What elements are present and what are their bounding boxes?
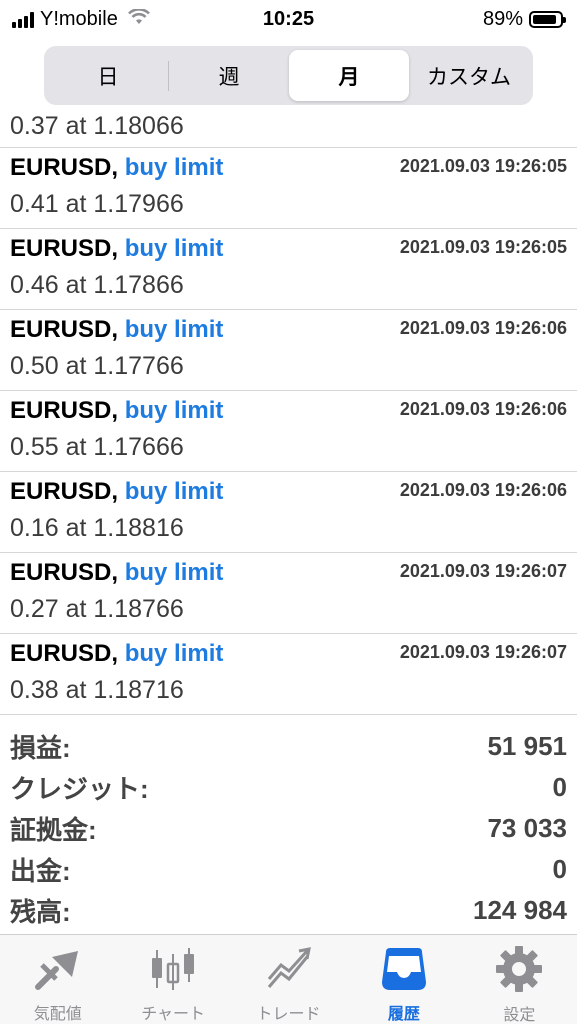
order-time: 2021.09.03 19:26:05 [399,156,567,176]
order-detail: 0.46 at 1.17866 [10,271,184,299]
orders-list: 0.37 at 1.18066 EURUSD, buy limit 2021.0… [0,108,577,715]
summary-withdrawal: 出金: 0 [0,849,577,890]
list-item[interactable]: EURUSD, buy limit 2021.09.03 19:26:06 0.… [0,391,577,472]
summary-label: 出金: [10,856,71,886]
order-detail: 0.41 at 1.17966 [10,190,184,218]
list-item[interactable]: EURUSD, buy limit 2021.09.03 19:26:07 0.… [0,553,577,634]
segment-month[interactable]: 月 [289,50,409,101]
period-segmented-control: 日 週 月 カスタム [44,46,533,105]
status-bar: Y!mobile 10:25 89% [0,0,577,40]
order-detail: 0.16 at 1.18816 [10,514,184,542]
summary-credit: クレジット: 0 [0,767,577,808]
tab-label: チャート [141,1006,206,1023]
list-item[interactable]: 0.37 at 1.18066 [0,106,577,148]
list-item[interactable]: EURUSD, buy limit 2021.09.03 19:26:05 0.… [0,229,577,310]
order-detail: 0.55 at 1.17666 [10,433,184,461]
order-type: buy limit [124,478,224,505]
summary-label: 損益: [10,733,71,763]
order-symbol: EURUSD, [10,397,119,424]
trade-icon [264,945,314,992]
order-time: 2021.09.03 19:26:07 [399,642,567,662]
order-time: 2021.09.03 19:26:05 [399,237,567,257]
tab-chart[interactable]: チャート [115,935,230,1024]
tab-settings[interactable]: 設定 [462,935,577,1024]
order-time: 2021.09.03 19:26:06 [399,318,567,338]
battery-percentage: 89% [482,8,523,30]
order-time: 2021.09.03 19:26:06 [399,480,567,500]
order-type: buy limit [124,235,224,262]
battery-icon [529,11,566,28]
summary-label: 証拠金: [10,815,97,845]
order-detail: 0.27 at 1.18766 [10,595,184,623]
bottom-tab-bar: 気配値 チャート トレード 履歴 設定 [0,934,577,1024]
order-symbol: EURUSD, [10,559,119,586]
summary-value: 0 [552,772,567,802]
summary-value: 51 951 [487,731,567,761]
tab-trade[interactable]: トレード [231,935,346,1024]
segment-custom[interactable]: カスタム [409,50,529,101]
summary-value: 73 033 [487,813,567,843]
account-summary: 損益: 51 951 クレジット: 0 証拠金: 73 033 出金: 0 残高… [0,726,577,931]
chart-icon [148,945,198,992]
summary-balance: 残高: 124 984 [0,890,577,931]
order-detail: 0.50 at 1.17766 [10,352,184,380]
segment-day[interactable]: 日 [48,50,168,101]
order-time: 2021.09.03 19:26:07 [399,561,567,581]
order-detail: 0.37 at 1.18066 [10,112,184,140]
tab-label: 気配値 [33,1006,82,1023]
summary-label: 残高: [10,897,71,927]
order-type: buy limit [124,559,224,586]
order-type: buy limit [124,316,224,343]
order-symbol: EURUSD, [10,235,119,262]
order-symbol: EURUSD, [10,316,119,343]
summary-label: クレジット: [10,774,149,804]
order-type: buy limit [124,154,224,181]
order-time: 2021.09.03 19:26:06 [399,399,567,419]
order-symbol: EURUSD, [10,154,119,181]
list-item[interactable]: EURUSD, buy limit 2021.09.03 19:26:06 0.… [0,310,577,391]
settings-icon [494,945,544,993]
list-item[interactable]: EURUSD, buy limit 2021.09.03 19:26:05 0.… [0,148,577,229]
summary-value: 124 984 [473,895,567,925]
tab-quotes[interactable]: 気配値 [0,935,115,1024]
list-item[interactable]: EURUSD, buy limit 2021.09.03 19:26:07 0.… [0,634,577,715]
order-type: buy limit [124,640,224,667]
tab-history[interactable]: 履歴 [346,935,461,1024]
segment-week[interactable]: 週 [169,50,289,101]
order-symbol: EURUSD, [10,478,119,505]
order-type: buy limit [124,397,224,424]
summary-deposit: 証拠金: 73 033 [0,808,577,849]
tab-label: 履歴 [387,1006,420,1023]
tab-label: トレード [256,1006,321,1023]
tab-label: 設定 [503,1007,536,1024]
list-item[interactable]: EURUSD, buy limit 2021.09.03 19:26:06 0.… [0,472,577,553]
quotes-icon [33,945,83,992]
summary-profit: 損益: 51 951 [0,726,577,767]
status-right: 89% [482,8,566,31]
order-symbol: EURUSD, [10,640,119,667]
order-detail: 0.38 at 1.18716 [10,676,184,704]
summary-value: 0 [552,854,567,884]
history-icon [379,945,429,992]
